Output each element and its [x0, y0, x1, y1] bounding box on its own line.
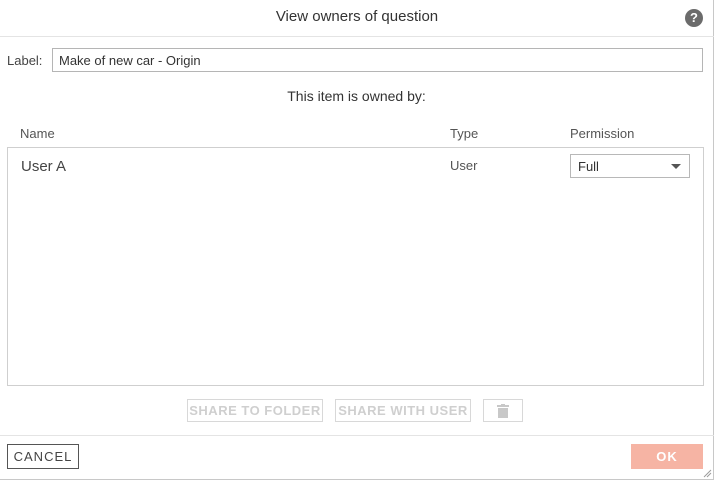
- owner-name: User A: [21, 158, 67, 175]
- label-caption: Label:: [7, 53, 43, 68]
- permission-value: Full: [578, 159, 599, 174]
- permission-select[interactable]: Full: [570, 154, 690, 178]
- help-icon[interactable]: ?: [685, 9, 703, 27]
- chevron-down-icon: [671, 164, 681, 169]
- cancel-button[interactable]: CANCEL: [7, 444, 79, 469]
- dialog-header: View owners of question ?: [0, 0, 714, 37]
- delete-button[interactable]: [483, 399, 523, 422]
- column-header-name[interactable]: Name: [20, 126, 55, 141]
- view-owners-dialog: View owners of question ? Label: This it…: [0, 0, 714, 480]
- share-to-folder-button[interactable]: SHARE TO FOLDER: [187, 399, 323, 422]
- dialog-title: View owners of question: [275, 8, 439, 25]
- column-header-type[interactable]: Type: [450, 126, 478, 141]
- label-row: Label:: [7, 48, 707, 72]
- resize-handle-icon[interactable]: [702, 468, 712, 478]
- label-input[interactable]: [52, 48, 703, 72]
- column-header-permission[interactable]: Permission: [570, 126, 634, 141]
- owner-type: User: [450, 158, 478, 173]
- owned-by-heading: This item is owned by:: [287, 88, 426, 104]
- footer-divider: [0, 435, 714, 436]
- trash-icon: [497, 404, 509, 418]
- share-with-user-button[interactable]: SHARE WITH USER: [335, 399, 471, 422]
- ok-button[interactable]: OK: [631, 444, 703, 469]
- owners-table: User A User Full: [7, 147, 704, 386]
